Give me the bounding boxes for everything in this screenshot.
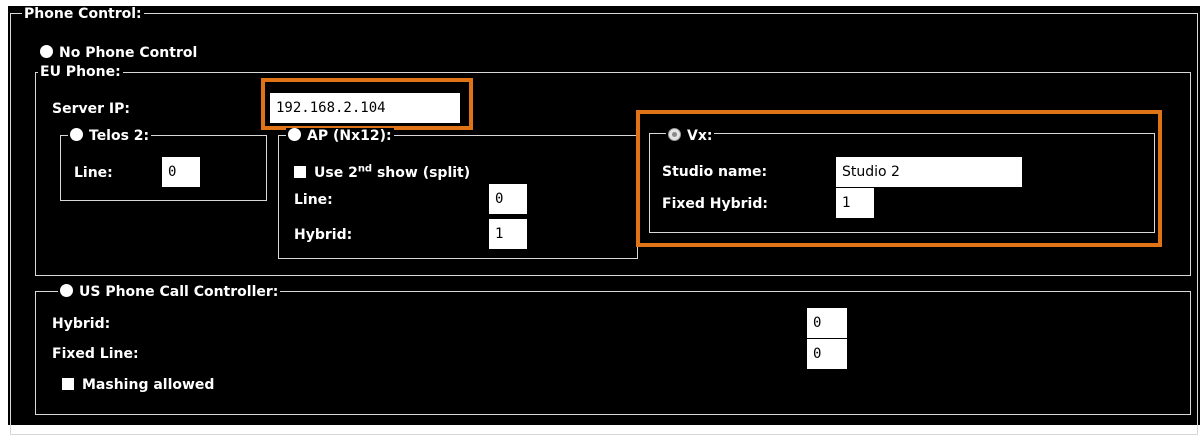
fixed-line-input[interactable]: 0 bbox=[807, 339, 847, 369]
fixed-line-label: Fixed Line: bbox=[52, 346, 139, 362]
mashing-allowed-label: Mashing allowed bbox=[82, 377, 215, 393]
ap-radio[interactable] bbox=[288, 128, 301, 141]
server-ip-label: Server IP: bbox=[52, 101, 130, 117]
telos2-line-label: Line: bbox=[74, 165, 113, 181]
phone-control-legend: Phone Control: bbox=[22, 6, 144, 22]
us-phone-legend-label: US Phone Call Controller: bbox=[79, 284, 279, 300]
ap-legend-label: AP (Nx12): bbox=[307, 128, 392, 144]
phone-control-panel: Phone Control: No Phone Control EU Phone… bbox=[8, 6, 1200, 435]
ap-legend[interactable]: AP (Nx12): bbox=[286, 128, 394, 144]
mashing-allowed-option[interactable]: Mashing allowed bbox=[62, 377, 214, 393]
telos2-legend-label: Telos 2: bbox=[89, 128, 150, 144]
no-phone-control-option[interactable]: No Phone Control bbox=[40, 45, 197, 61]
us-hybrid-label: Hybrid: bbox=[52, 316, 111, 332]
telos2-line-input[interactable]: 0 bbox=[162, 157, 200, 187]
use-second-show-option[interactable]: Use 2nd show (split) bbox=[294, 163, 471, 181]
us-phone-radio[interactable] bbox=[60, 284, 73, 297]
ap-hybrid-label: Hybrid: bbox=[294, 227, 353, 243]
no-phone-control-label: No Phone Control bbox=[59, 45, 198, 61]
mashing-allowed-checkbox[interactable] bbox=[62, 378, 74, 390]
use-second-show-sup: nd bbox=[357, 163, 373, 175]
server-ip-highlight bbox=[261, 78, 473, 130]
telos2-radio[interactable] bbox=[70, 128, 83, 141]
use-second-show-prefix: Use 2 bbox=[314, 165, 358, 181]
telos2-legend[interactable]: Telos 2: bbox=[68, 128, 152, 144]
ap-hybrid-input[interactable]: 1 bbox=[489, 219, 527, 249]
use-second-show-checkbox[interactable] bbox=[294, 166, 306, 178]
us-phone-fieldset bbox=[35, 291, 1191, 415]
use-second-show-suffix: show (split) bbox=[372, 165, 471, 181]
us-phone-legend[interactable]: US Phone Call Controller: bbox=[58, 284, 281, 300]
vx-highlight bbox=[636, 110, 1162, 247]
eu-phone-legend: EU Phone: bbox=[38, 64, 123, 80]
ap-line-label: Line: bbox=[294, 192, 333, 208]
us-hybrid-input[interactable]: 0 bbox=[807, 308, 847, 338]
ap-line-input[interactable]: 0 bbox=[489, 184, 527, 214]
no-phone-control-radio[interactable] bbox=[40, 45, 53, 58]
